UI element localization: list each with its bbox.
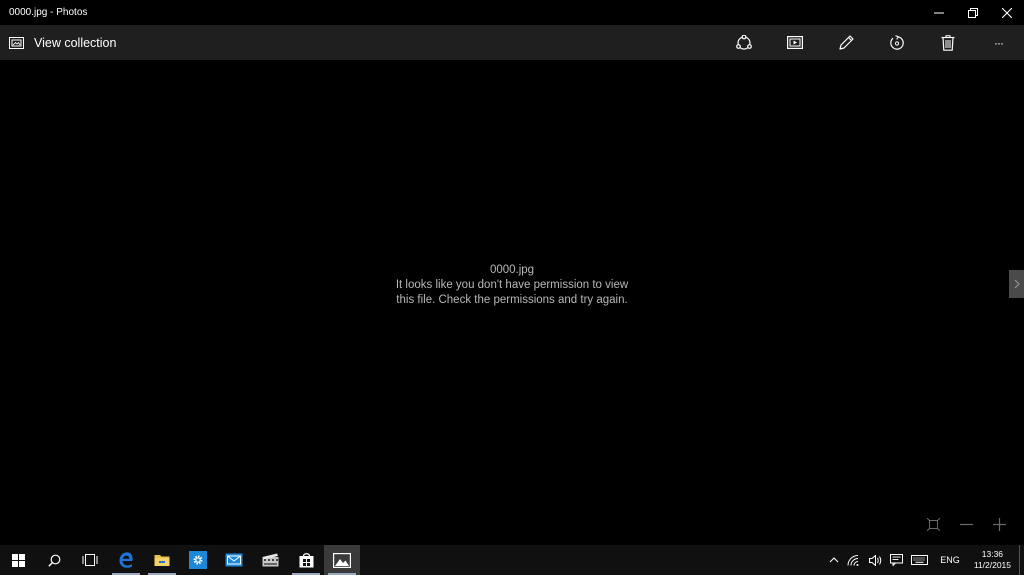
minus-icon	[960, 523, 973, 525]
share-button[interactable]	[718, 25, 769, 60]
touch-keyboard-button[interactable]	[907, 545, 932, 575]
fit-screen-icon	[927, 517, 940, 531]
system-tray: ENG 13:36 11/2/2015	[825, 545, 1024, 575]
taskbar-video[interactable]	[252, 545, 288, 575]
error-message: 0000.jpg It looks like you don't have pe…	[362, 263, 662, 308]
toolbar-actions: ···	[718, 25, 1024, 60]
close-button[interactable]	[990, 0, 1024, 25]
close-icon	[1002, 7, 1012, 18]
rotate-button[interactable]	[871, 25, 922, 60]
zoom-in-button[interactable]	[983, 515, 1016, 533]
trash-icon	[941, 34, 954, 51]
network-button[interactable]	[843, 545, 865, 575]
show-hidden-icons-button[interactable]	[825, 545, 843, 575]
input-language-button[interactable]: ENG	[932, 555, 968, 565]
photos-icon	[333, 552, 351, 568]
notification-icon	[890, 554, 904, 566]
show-desktop-button[interactable]	[1019, 545, 1024, 575]
start-button[interactable]	[0, 545, 36, 575]
collection-icon	[9, 36, 24, 49]
taskbar-edge[interactable]	[108, 545, 144, 575]
delete-button[interactable]	[922, 25, 973, 60]
settings-tile	[189, 551, 207, 569]
title-bar: 0000.jpg - Photos	[0, 0, 1024, 25]
minimize-button[interactable]	[922, 0, 956, 25]
more-icon: ···	[994, 35, 1004, 50]
wifi-icon	[847, 554, 859, 566]
view-collection-button[interactable]: View collection	[0, 25, 124, 60]
windows-logo-icon	[11, 553, 25, 567]
view-collection-label: View collection	[34, 35, 117, 50]
restore-icon	[968, 7, 978, 18]
taskbar-mail[interactable]	[216, 545, 252, 575]
restore-button[interactable]	[956, 0, 990, 25]
search-icon	[47, 554, 60, 567]
photo-viewer: 0000.jpg It looks like you don't have pe…	[0, 60, 1024, 545]
film-icon	[262, 553, 278, 567]
taskbar: ENG 13:36 11/2/2015	[0, 545, 1024, 575]
edge-icon	[119, 552, 133, 568]
chevron-right-icon	[1014, 279, 1020, 289]
search-button[interactable]	[36, 545, 72, 575]
chevron-up-icon	[829, 557, 839, 563]
error-text-line2: this file. Check the permissions and try…	[396, 294, 628, 306]
slideshow-button[interactable]	[769, 25, 820, 60]
next-photo-button[interactable]	[1009, 270, 1024, 298]
window-controls	[922, 0, 1024, 25]
slideshow-icon	[786, 36, 803, 49]
zoom-out-button[interactable]	[950, 515, 983, 533]
pencil-icon	[838, 34, 854, 50]
zoom-controls	[917, 515, 1016, 533]
share-icon	[735, 34, 752, 50]
task-view-button[interactable]	[72, 545, 108, 575]
edit-button[interactable]	[820, 25, 871, 60]
actual-size-button[interactable]	[917, 515, 950, 533]
folder-icon	[154, 555, 170, 566]
task-view-icon	[82, 554, 98, 566]
mail-icon	[225, 553, 243, 567]
clock-button[interactable]: 13:36 11/2/2015	[968, 549, 1019, 571]
file-name: 0000.jpg	[489, 264, 535, 276]
store-bag-icon	[299, 553, 313, 568]
taskbar-photos[interactable]	[324, 545, 360, 575]
app-toolbar: View collection ···	[0, 25, 1024, 60]
more-options-button[interactable]: ···	[973, 25, 1024, 60]
clock-date: 11/2/2015	[973, 560, 1011, 570]
action-center-button[interactable]	[886, 545, 907, 575]
speaker-icon	[869, 554, 882, 566]
error-text-line1: It looks like you don't have permission …	[395, 279, 629, 291]
taskbar-store[interactable]	[288, 545, 324, 575]
taskbar-settings[interactable]	[180, 545, 216, 575]
clock-time: 13:36	[981, 549, 1004, 559]
plus-icon	[993, 517, 1006, 531]
keyboard-icon	[911, 555, 929, 565]
gear-icon	[193, 555, 203, 565]
rotate-icon	[889, 34, 904, 50]
taskbar-file-explorer[interactable]	[144, 545, 180, 575]
window-title: 0000.jpg - Photos	[9, 7, 88, 18]
volume-button[interactable]	[865, 545, 886, 575]
minimize-icon	[934, 12, 944, 13]
